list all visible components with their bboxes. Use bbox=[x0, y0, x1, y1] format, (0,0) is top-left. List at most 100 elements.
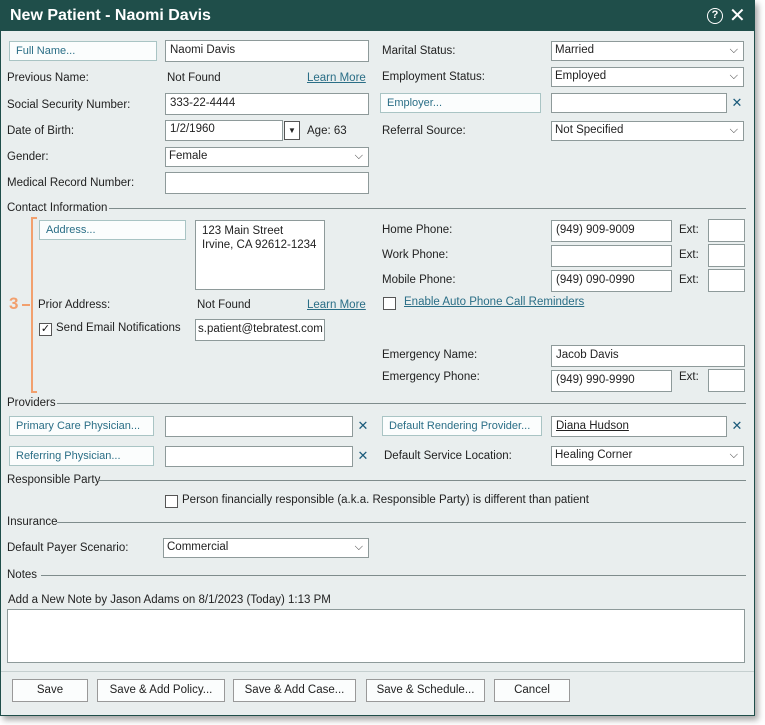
emergency-name-label: Emergency Name: bbox=[382, 349, 478, 361]
home-ext-label: Ext: bbox=[679, 224, 699, 236]
payer-scenario-select[interactable]: Commercial ⌵ bbox=[163, 538, 369, 558]
note-textarea[interactable] bbox=[7, 609, 745, 663]
prior-address-value: Not Found bbox=[197, 299, 251, 311]
emergency-ext-label: Ext: bbox=[679, 371, 699, 383]
work-phone-label: Work Phone: bbox=[382, 249, 449, 261]
previous-name-value: Not Found bbox=[167, 72, 221, 84]
contact-information-heading: Contact Information bbox=[7, 202, 108, 214]
employment-status-value: Employed bbox=[555, 70, 607, 82]
auto-reminders-link[interactable]: Enable Auto Phone Call Reminders bbox=[404, 296, 584, 308]
gender-label: Gender: bbox=[7, 151, 49, 163]
gender-select[interactable]: Female ⌵ bbox=[165, 147, 369, 167]
providers-divider bbox=[57, 403, 746, 404]
mobile-phone-label: Mobile Phone: bbox=[382, 274, 456, 286]
employment-status-select[interactable]: Employed ⌵ bbox=[551, 67, 744, 87]
new-patient-window: New Patient - Naomi Davis ? ✕ Full Name.… bbox=[0, 0, 755, 716]
referral-source-label: Referral Source: bbox=[382, 125, 466, 137]
gender-value: Female bbox=[169, 150, 208, 162]
cancel-button[interactable]: Cancel bbox=[494, 679, 570, 702]
clear-rendering-provider-icon[interactable]: ✕ bbox=[728, 416, 746, 436]
close-icon[interactable]: ✕ bbox=[729, 3, 746, 28]
employer-field[interactable] bbox=[551, 93, 727, 113]
chevron-down-icon: ⌵ bbox=[729, 449, 738, 461]
chevron-down-icon: ⌵ bbox=[729, 44, 738, 56]
calendar-dropdown-icon[interactable]: ▼ bbox=[284, 121, 300, 140]
referral-source-select[interactable]: Not Specified ⌵ bbox=[551, 121, 744, 141]
payer-scenario-label: Default Payer Scenario: bbox=[7, 542, 129, 554]
employer-button[interactable]: Employer... bbox=[380, 93, 541, 113]
service-location-select[interactable]: Healing Corner ⌵ bbox=[551, 446, 744, 466]
email-field[interactable]: s.patient@tebratest.com bbox=[195, 319, 325, 341]
full-name-button[interactable]: Full Name... bbox=[9, 41, 157, 61]
marital-status-value: Married bbox=[555, 44, 594, 56]
auto-reminders-checkbox[interactable] bbox=[383, 297, 396, 310]
help-icon[interactable]: ? bbox=[707, 8, 723, 24]
mobile-ext-label: Ext: bbox=[679, 274, 699, 286]
notes-heading: Notes bbox=[7, 569, 38, 581]
default-rendering-provider-field[interactable]: Diana Hudson bbox=[551, 416, 727, 437]
referring-physician-button[interactable]: Referring Physician... bbox=[9, 446, 154, 466]
mrn-label: Medical Record Number: bbox=[7, 177, 135, 189]
work-phone-field[interactable] bbox=[551, 245, 672, 267]
responsible-divider bbox=[98, 480, 746, 481]
home-phone-label: Home Phone: bbox=[382, 224, 453, 236]
footer-divider bbox=[1, 671, 754, 672]
primary-care-physician-button[interactable]: Primary Care Physician... bbox=[9, 416, 154, 436]
full-name-field[interactable]: Naomi Davis bbox=[165, 40, 369, 62]
address-box[interactable]: 123 Main Street Irvine, CA 92612-1234 bbox=[195, 220, 325, 290]
age-value: Age: 63 bbox=[307, 125, 347, 137]
callout-number: 3 bbox=[9, 294, 19, 313]
clear-referring-icon[interactable]: ✕ bbox=[354, 446, 372, 466]
save-schedule-button[interactable]: Save & Schedule... bbox=[366, 679, 485, 702]
marital-status-select[interactable]: Married ⌵ bbox=[551, 41, 744, 61]
save-add-policy-button[interactable]: Save & Add Policy... bbox=[97, 679, 225, 702]
dob-label: Date of Birth: bbox=[7, 125, 75, 137]
insurance-divider bbox=[57, 522, 746, 523]
responsible-party-label: Person financially responsible (a.k.a. R… bbox=[182, 494, 589, 506]
emergency-name-field[interactable]: Jacob Davis bbox=[551, 345, 745, 367]
ssn-field[interactable]: 333-22-4444 bbox=[165, 93, 369, 115]
emergency-phone-field[interactable]: (949) 990-9990 bbox=[551, 370, 672, 392]
send-email-checkbox[interactable]: ✓ bbox=[39, 323, 52, 336]
chevron-down-icon: ⌵ bbox=[729, 70, 738, 82]
prior-address-label: Prior Address: bbox=[38, 299, 111, 311]
emergency-ext-field[interactable] bbox=[708, 369, 745, 392]
chevron-down-icon: ⌵ bbox=[729, 124, 738, 136]
address-line-1: 123 Main Street bbox=[202, 225, 284, 237]
payer-scenario-value: Commercial bbox=[167, 541, 229, 553]
save-button[interactable]: Save bbox=[12, 679, 88, 702]
insurance-heading: Insurance bbox=[7, 516, 58, 528]
save-add-case-button[interactable]: Save & Add Case... bbox=[233, 679, 356, 702]
work-ext-field[interactable] bbox=[708, 244, 745, 267]
address-line-2: Irvine, CA 92612-1234 bbox=[202, 239, 317, 251]
dob-field[interactable]: 1/2/1960 bbox=[165, 120, 283, 141]
chevron-down-icon: ⌵ bbox=[354, 541, 363, 553]
home-ext-field[interactable] bbox=[708, 219, 745, 242]
mrn-field[interactable] bbox=[165, 172, 369, 194]
notes-divider bbox=[41, 575, 746, 576]
responsible-party-checkbox[interactable] bbox=[165, 495, 178, 508]
ssn-label: Social Security Number: bbox=[7, 99, 131, 111]
mobile-phone-field[interactable]: (949) 090-0990 bbox=[551, 270, 672, 292]
clear-pcp-icon[interactable]: ✕ bbox=[354, 416, 372, 436]
add-note-label: Add a New Note by Jason Adams on 8/1/202… bbox=[8, 594, 331, 606]
referring-physician-field[interactable] bbox=[165, 446, 353, 467]
chevron-down-icon: ⌵ bbox=[354, 150, 363, 162]
title-bar: New Patient - Naomi Davis ? ✕ bbox=[1, 1, 754, 31]
send-email-label: Send Email Notifications bbox=[56, 322, 181, 334]
primary-care-physician-field[interactable] bbox=[165, 416, 353, 437]
responsible-party-heading: Responsible Party bbox=[7, 474, 101, 486]
default-rendering-provider-button[interactable]: Default Rendering Provider... bbox=[382, 416, 542, 436]
clear-employer-icon[interactable]: ✕ bbox=[728, 93, 746, 113]
window-title: New Patient - Naomi Davis bbox=[10, 7, 211, 24]
previous-name-learn-more-link[interactable]: Learn More bbox=[307, 72, 366, 84]
home-phone-field[interactable]: (949) 909-9009 bbox=[551, 220, 672, 242]
callout-bracket bbox=[31, 217, 37, 393]
address-button[interactable]: Address... bbox=[39, 220, 186, 240]
previous-name-label: Previous Name: bbox=[7, 72, 89, 84]
service-location-label: Default Service Location: bbox=[384, 450, 512, 462]
work-ext-label: Ext: bbox=[679, 249, 699, 261]
prior-address-learn-more-link[interactable]: Learn More bbox=[307, 299, 366, 311]
emergency-phone-label: Emergency Phone: bbox=[382, 371, 480, 383]
mobile-ext-field[interactable] bbox=[708, 269, 745, 292]
